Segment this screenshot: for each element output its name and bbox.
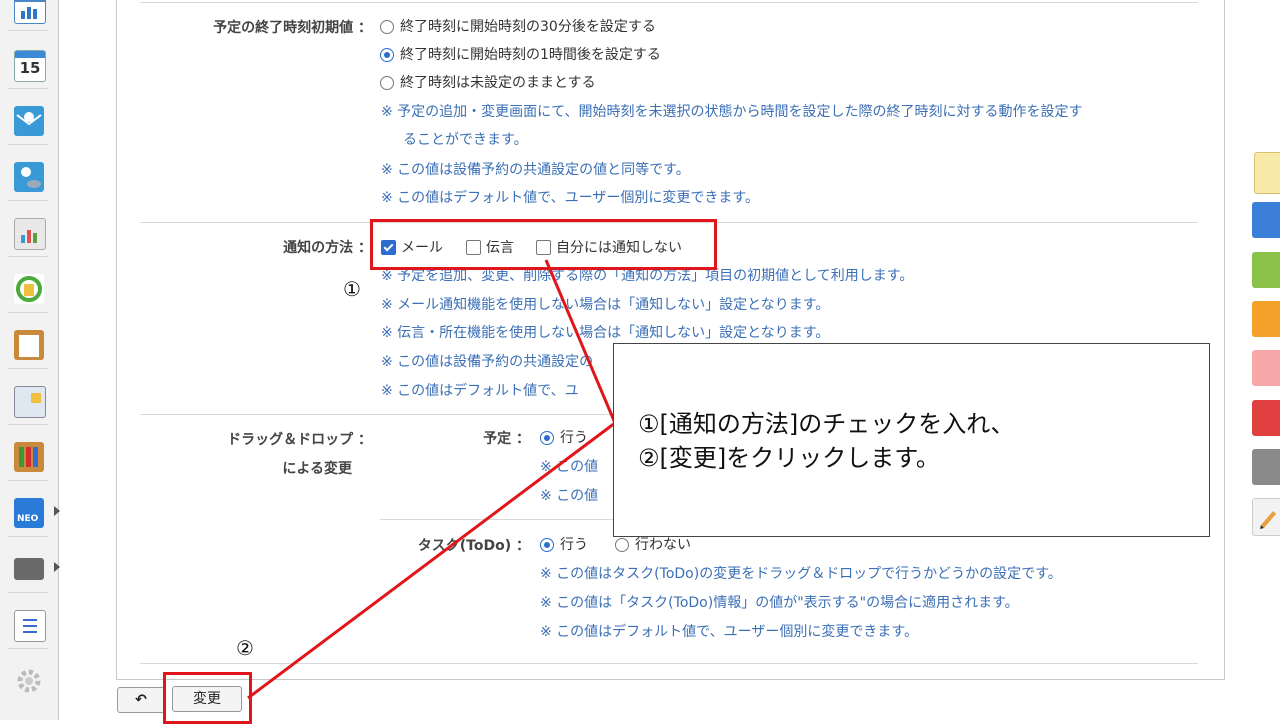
back-button[interactable]: ↶ [117, 687, 165, 713]
calendar-icon: 15 [14, 50, 46, 82]
radio-task-dont[interactable] [615, 538, 629, 552]
sidebar-item-chart[interactable] [8, 0, 48, 31]
annotation-marker-1: ① [343, 277, 361, 301]
note-end-time-1b: ることができます。 [403, 132, 528, 148]
end-time-label: 予定の終了時刻初期値 ： [213, 20, 372, 36]
note-notify-5: ※ この値はデフォルト値で、ユ [381, 383, 579, 399]
schedule-label: 予定 ： [483, 431, 530, 447]
notify-method-label: 通知の方法 ： [283, 240, 372, 256]
option-schedule-do: 行う [560, 430, 588, 446]
folder-icon [14, 558, 44, 580]
color-tab-blue[interactable] [1252, 202, 1280, 238]
sidebar-item-mail-database[interactable] [8, 156, 48, 201]
sidebar-item-folder[interactable] [8, 548, 60, 593]
note-schedule-1: ※ この値 [540, 459, 599, 475]
note-end-time-1: ※ 予定の追加・変更画面にて、開始時刻を未選択の状態から時間を設定した際の終了時… [381, 104, 1083, 120]
annotation-highlight-notify [370, 219, 717, 270]
sidebar-item-binder[interactable] [8, 436, 48, 481]
radio-end-30min[interactable] [380, 20, 394, 34]
list-icon [14, 610, 46, 642]
option-end-1hour: 終了時刻に開始時刻の1時間後を設定する [400, 47, 661, 63]
callout-text-1: ①[通知の方法]のチェックを入れ、 [638, 410, 1015, 438]
drag-drop-label-2: による変更 [282, 461, 352, 477]
note-task-3: ※ この値はデフォルト値で、ユーザー個別に変更できます。 [540, 624, 918, 640]
sidebar-item-list[interactable] [8, 604, 48, 649]
color-tab-orange[interactable] [1252, 301, 1280, 337]
sidebar-item-settings[interactable] [8, 660, 48, 704]
clipboard-icon [14, 330, 44, 360]
sidebar-item-neo[interactable]: NEO [8, 492, 60, 537]
sidebar-item-bulletin[interactable] [8, 380, 48, 425]
option-task-do: 行う [560, 537, 588, 553]
sync-icon [14, 274, 44, 304]
section-divider [140, 2, 1198, 3]
note-notify-4: ※ この値は設備予約の共通設定の [381, 354, 594, 370]
option-task-dont: 行わない [635, 537, 691, 553]
mail-icon [14, 106, 44, 136]
back-arrow-icon: ↶ [135, 692, 147, 708]
expand-arrow-icon [54, 562, 60, 572]
option-end-unset: 終了時刻は未設定のままとする [400, 75, 596, 91]
gear-icon [14, 666, 44, 696]
note-schedule-2: ※ この値 [540, 488, 599, 504]
note-notify-3: ※ 伝言・所在機能を使用しない場合は「通知しない」設定となります。 [381, 325, 830, 341]
sidebar-item-calendar[interactable]: 15 [8, 44, 48, 89]
sticky-note-icon[interactable] [1254, 152, 1280, 194]
radio-schedule-do[interactable] [540, 431, 554, 445]
color-tab-gray[interactable] [1252, 449, 1280, 485]
sidebar-item-sync[interactable] [8, 268, 48, 313]
note-end-time-2: ※ この値は設備予約の共通設定の値と同等です。 [381, 162, 690, 178]
pencil-icon[interactable] [1252, 498, 1280, 536]
color-tab-green[interactable] [1252, 252, 1280, 288]
color-tab-red[interactable] [1252, 400, 1280, 436]
radio-end-unset[interactable] [380, 76, 394, 90]
chart-icon [14, 0, 46, 24]
note-task-1: ※ この値はタスク(ToDo)の変更をドラッグ＆ドロップで行うかどうかの設定です… [540, 566, 1062, 582]
radio-end-1hour[interactable] [380, 48, 394, 62]
annotation-marker-2: ② [236, 636, 254, 660]
mail-database-icon [14, 162, 44, 192]
binder-icon [14, 442, 44, 472]
sidebar-item-report[interactable] [8, 212, 48, 257]
callout-text-2: ②[変更]をクリックします。 [638, 444, 940, 472]
section-divider [140, 663, 1198, 664]
note-notify-2: ※ メール通知機能を使用しない場合は「通知しない」設定となります。 [381, 297, 830, 313]
color-tab-pink[interactable] [1252, 350, 1280, 386]
app-sidebar: 15 NEO [0, 0, 60, 720]
calendar-day: 15 [19, 59, 41, 77]
option-end-30min: 終了時刻に開始時刻の30分後を設定する [400, 19, 656, 35]
note-end-time-3: ※ この値はデフォルト値で、ユーザー個別に変更できます。 [381, 190, 759, 206]
note-task-2: ※ この値は「タスク(ToDo)情報」の値が"表示する"の場合に適用されます。 [540, 595, 1019, 611]
report-icon [14, 218, 46, 250]
sidebar-item-clipboard[interactable] [8, 324, 48, 369]
annotation-callout: ①[通知の方法]のチェックを入れ、 ②[変更]をクリックします。 [613, 343, 1210, 537]
expand-arrow-icon [54, 506, 60, 516]
neo-icon: NEO [14, 498, 44, 528]
task-label: タスク(ToDo) ： [417, 538, 530, 554]
annotation-highlight-change [163, 672, 252, 724]
drag-drop-label: ドラッグ＆ドロップ ： [227, 432, 372, 448]
neo-label: NEO [17, 514, 39, 524]
radio-task-do[interactable] [540, 538, 554, 552]
sidebar-item-mail[interactable] [8, 100, 48, 145]
bulletin-icon [14, 386, 46, 418]
